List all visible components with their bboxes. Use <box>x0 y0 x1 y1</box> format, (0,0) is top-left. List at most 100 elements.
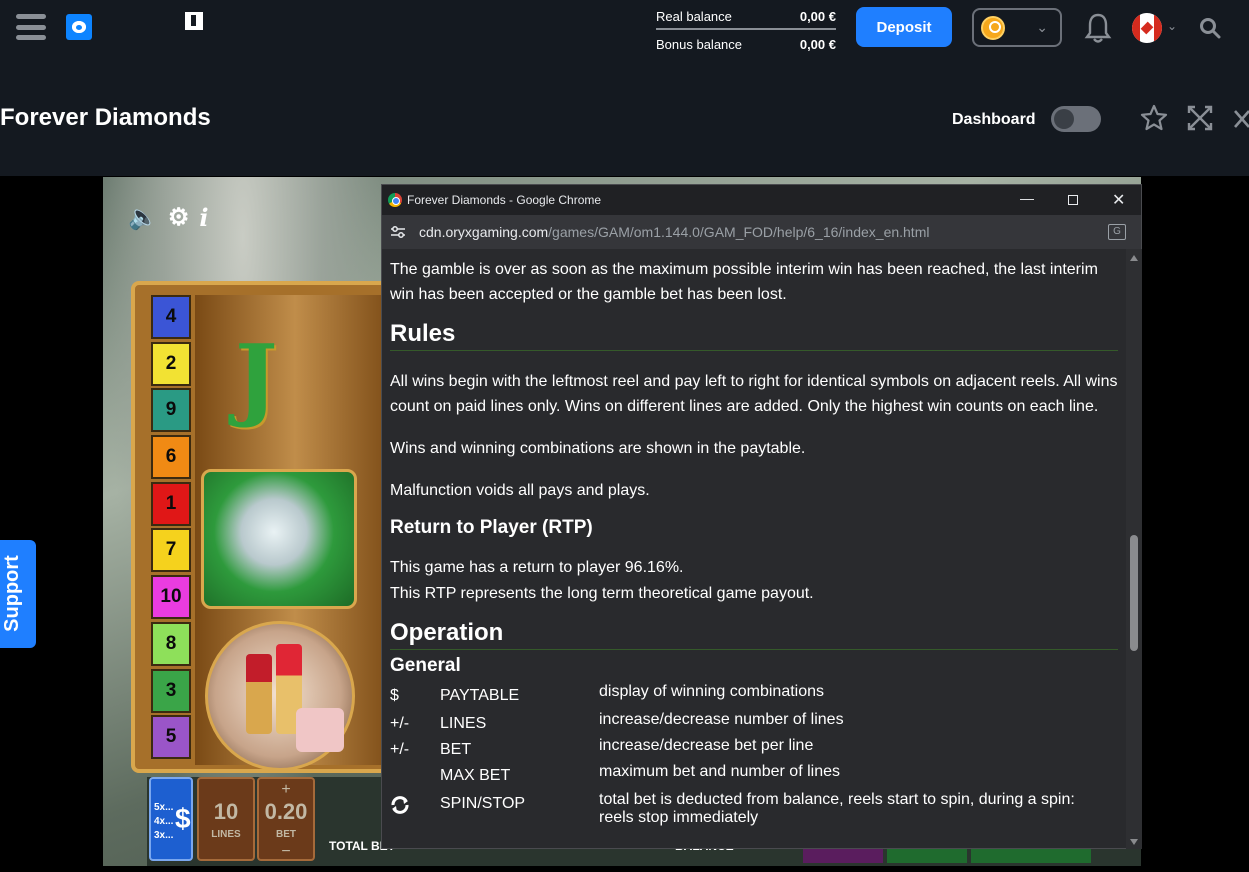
rtp-paragraph-2: This RTP represents the long term theore… <box>390 585 814 602</box>
reel-1: J <box>195 295 395 771</box>
help-content: The gamble is over as soon as the maximu… <box>390 249 1118 849</box>
operation-description: maximum bet and number of lines <box>599 763 840 780</box>
sound-icon[interactable]: 🔈 <box>128 203 158 232</box>
translate-icon[interactable]: G <box>1108 224 1126 240</box>
support-tab[interactable]: Support <box>0 540 36 648</box>
address-bar[interactable]: cdn.oryxgaming.com/games/GAM/om1.144.0/G… <box>382 215 1141 249</box>
settings-icon[interactable]: ⚙ <box>168 203 190 232</box>
bet-minus[interactable]: − <box>259 843 313 861</box>
scroll-down-arrow[interactable] <box>1130 839 1138 845</box>
bonus-balance-label: Bonus balance <box>656 36 743 52</box>
rtp-heading: Return to Player (RTP) <box>390 517 593 538</box>
site-settings-icon[interactable] <box>390 225 406 239</box>
reel-frame: 4 2 9 6 1 7 10 8 3 5 J <box>131 281 395 773</box>
line-number-8: 8 <box>151 621 191 666</box>
url-text[interactable]: cdn.oryxgaming.com/games/GAM/om1.144.0/G… <box>419 224 929 240</box>
line-number-1: 1 <box>151 481 191 526</box>
popup-scrollbar[interactable] <box>1126 249 1142 849</box>
operation-name: PAYTABLE <box>440 687 520 704</box>
paytable-button[interactable]: 5x... 4x... 3x... $ <box>149 777 193 861</box>
provider-logo <box>163 10 203 32</box>
real-balance-value: 0,00 € <box>799 8 836 24</box>
dashboard-label: Dashboard <box>952 111 1036 128</box>
balance-divider <box>656 28 836 30</box>
search-icon[interactable] <box>1199 17 1221 39</box>
line-number-10: 10 <box>151 575 191 620</box>
operation-heading: Operation <box>390 620 1118 650</box>
chevron-down-icon: ⌄ <box>1036 19 1048 35</box>
url-host: cdn.oryxgaming.com <box>419 224 549 240</box>
chevron-down-icon[interactable]: ⌄ <box>1167 19 1177 33</box>
paytable-multiplier: 5x... <box>154 802 174 813</box>
operation-name: SPIN/STOP <box>440 795 526 812</box>
paytable-multipliers: 5x... 4x... 3x... <box>154 801 173 843</box>
line-number-4: 4 <box>151 295 191 339</box>
top-header: Real balance 0,00 € Bonus balance 0,00 €… <box>0 0 1249 56</box>
operation-row: SPIN/STOP total bet is deducted from bala… <box>390 791 1118 826</box>
operation-name: MAX BET <box>440 767 511 784</box>
operation-description: increase/decrease number of lines <box>599 711 844 728</box>
line-number-5: 5 <box>151 715 191 760</box>
operation-description: display of winning combinations <box>599 683 825 700</box>
line-number-7: 7 <box>151 528 191 573</box>
help-popup-window: Forever Diamonds - Google Chrome — ✕ cdn… <box>381 184 1142 849</box>
game-toolbar: 🔈 ⚙ i <box>128 203 209 232</box>
info-icon[interactable]: i <box>199 203 208 232</box>
lines-button[interactable]: 10 LINES <box>197 777 255 861</box>
dollar-icon: $ <box>175 803 191 834</box>
account-dropdown[interactable]: ⌄ <box>972 8 1062 47</box>
operation-row: $ PAYTABLE display of winning combinations <box>390 683 1118 709</box>
game-titlebar: Forever Diamonds Dashboard <box>0 56 1249 176</box>
close-icon[interactable] <box>1232 108 1249 130</box>
scroll-thumb[interactable] <box>1130 535 1138 651</box>
rules-paragraph-2: Wins and winning combinations are shown … <box>390 440 806 457</box>
operation-row: +/- LINES increase/decrease number of line… <box>390 711 1118 737</box>
operation-symbol: +/- <box>390 741 410 758</box>
popup-close-button[interactable]: ✕ <box>1112 190 1125 210</box>
canada-flag-icon[interactable] <box>1132 13 1162 43</box>
operation-name: BET <box>440 741 472 758</box>
gamble-paragraph: The gamble is over as soon as the maximu… <box>390 261 1098 303</box>
line-number-9: 9 <box>151 388 191 433</box>
operation-symbol: +/- <box>390 715 410 732</box>
line-number-6: 6 <box>151 435 191 480</box>
rules-paragraph-3: Malfunction voids all pays and plays. <box>390 482 650 499</box>
operation-description: total bet is deducted from balance, reel… <box>599 791 1075 826</box>
fullscreen-icon[interactable] <box>1187 104 1213 132</box>
deposit-button[interactable]: Deposit <box>856 7 952 47</box>
paytable-multiplier: 4x... <box>154 816 174 827</box>
bet-label: BET <box>276 829 296 840</box>
diamond-symbol <box>201 469 357 609</box>
operation-name: LINES <box>440 715 487 732</box>
menu-icon[interactable] <box>16 14 46 40</box>
spin-icon <box>390 795 410 823</box>
star-icon[interactable] <box>1140 104 1168 132</box>
rules-heading: Rules <box>390 321 1118 351</box>
line-number-column: 4 2 9 6 1 7 10 8 3 5 <box>151 295 191 762</box>
operation-symbol: $ <box>390 687 399 704</box>
game-title: Forever Diamonds <box>0 104 211 131</box>
line-number-3: 3 <box>151 668 191 713</box>
operation-row: +/- BET increase/decrease bet per line <box>390 737 1118 763</box>
minimize-button[interactable]: — <box>1020 190 1034 206</box>
lines-label: LINES <box>211 829 241 840</box>
scroll-up-arrow[interactable] <box>1130 255 1138 261</box>
bonus-balance-value: 0,00 € <box>799 36 836 52</box>
bet-button[interactable]: + 0.20 BET − <box>257 777 315 861</box>
bet-plus[interactable]: + <box>259 781 313 799</box>
bell-icon[interactable] <box>1084 12 1112 44</box>
j-symbol: J <box>235 325 278 431</box>
bet-value: 0.20 <box>264 799 308 824</box>
lipstick-symbol <box>205 621 355 771</box>
paytable-multiplier: 3x... <box>154 830 174 841</box>
support-label: Support <box>0 555 23 632</box>
casino-logo[interactable] <box>66 14 92 40</box>
rules-paragraph-1: All wins begin with the leftmost reel an… <box>390 373 1118 415</box>
rtp-paragraph-1: This game has a return to player 96.16%. <box>390 559 684 576</box>
lines-value: 10 <box>213 799 239 824</box>
general-heading: General <box>390 655 461 676</box>
maximize-button[interactable] <box>1068 195 1078 205</box>
coin-avatar-icon <box>981 16 1005 40</box>
dashboard-toggle[interactable] <box>1051 106 1101 132</box>
chrome-icon <box>388 193 402 207</box>
